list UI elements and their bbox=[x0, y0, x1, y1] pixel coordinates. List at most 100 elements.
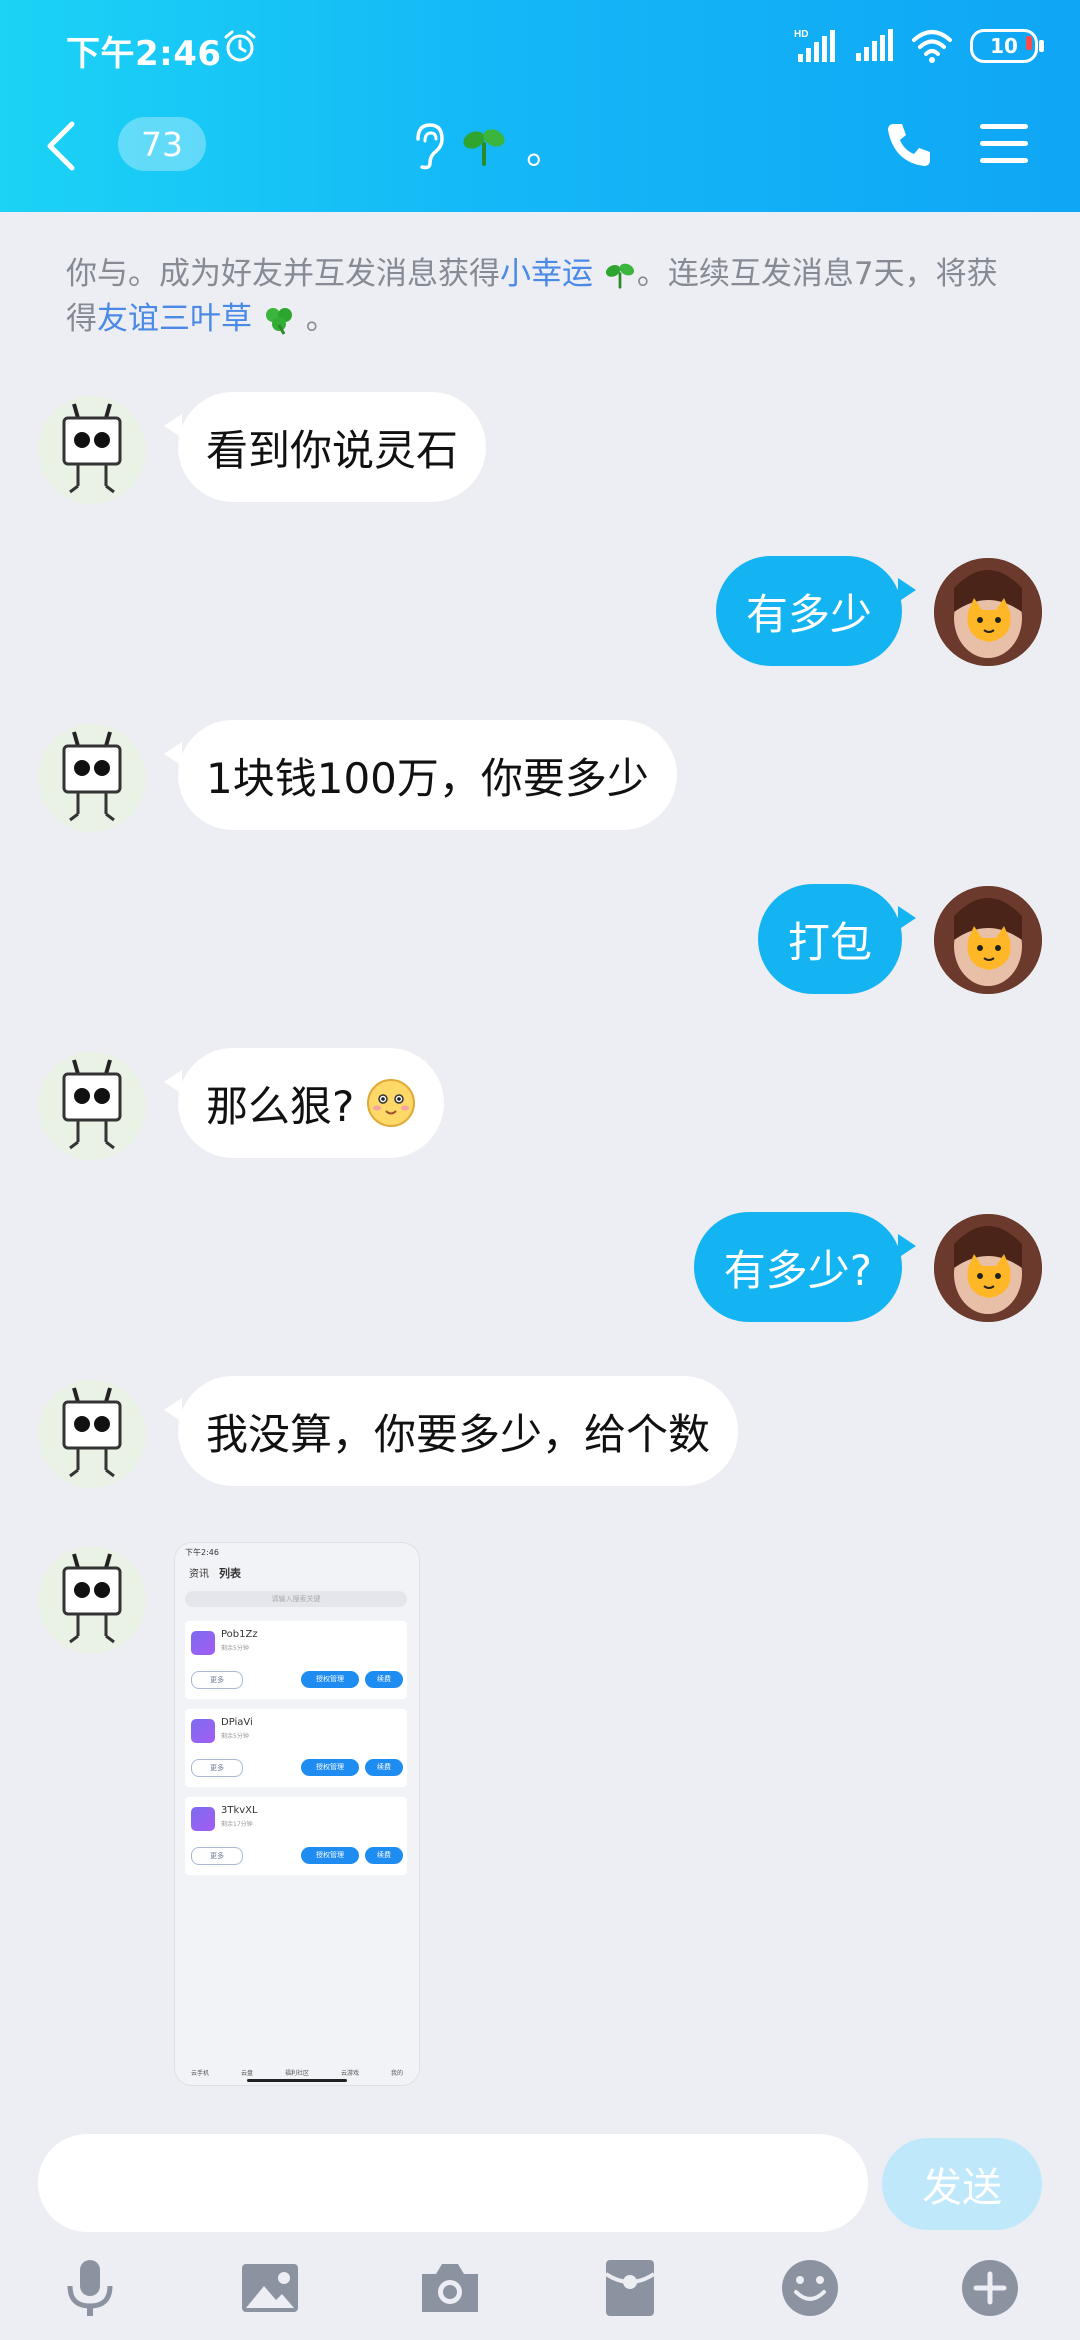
app-logo-icon bbox=[191, 1631, 215, 1655]
my-avatar[interactable] bbox=[934, 886, 1042, 994]
message-bubble-sent[interactable]: 打包 bbox=[757, 884, 917, 994]
system-text: 你与。成为好友并互发消息获得 bbox=[66, 256, 500, 292]
mini-nav-item: 我的 bbox=[390, 2070, 403, 2077]
message-text: 我没算，你要多少，给个数 bbox=[206, 1409, 711, 1459]
emoji-icon[interactable] bbox=[778, 2256, 842, 2320]
mini-status-time: 下午2:46 bbox=[185, 1548, 219, 1557]
phone-call-icon[interactable] bbox=[884, 120, 934, 170]
message-text: 有多少 bbox=[745, 589, 872, 639]
mini-device-card: 3TkvXL 剩余17分钟 更多 授权管理 续费 bbox=[185, 1797, 407, 1875]
red-packet-icon[interactable] bbox=[598, 2256, 662, 2320]
status-time: 下午2:46 bbox=[66, 34, 222, 74]
camera-icon[interactable] bbox=[418, 2256, 482, 2320]
sprout-icon bbox=[605, 263, 634, 289]
alarm-icon bbox=[224, 30, 256, 62]
app-logo-icon bbox=[191, 1719, 215, 1743]
mini-nav-item: 云盘 bbox=[240, 2070, 253, 2077]
mini-search: 请输入搜索关键 bbox=[185, 1591, 407, 1607]
mini-renew-button: 续费 bbox=[365, 1759, 403, 1776]
contact-avatar[interactable] bbox=[38, 1546, 146, 1654]
mini-more-button: 更多 bbox=[191, 1671, 243, 1689]
mini-tab-active: 列表 bbox=[219, 1567, 241, 1580]
chat-name: 。 bbox=[526, 127, 566, 173]
contact-avatar[interactable] bbox=[38, 1052, 146, 1160]
message-bubble-received[interactable]: 看到你说灵石 bbox=[163, 392, 487, 502]
input-toolbar bbox=[0, 2250, 1080, 2330]
cat-face-sticker-icon bbox=[934, 1214, 1042, 1322]
message-bubble-received[interactable]: 1块钱100万，你要多少 bbox=[164, 720, 677, 830]
message-text: 有多少? bbox=[723, 1245, 872, 1295]
message-bubble-received[interactable]: 那么狠? bbox=[163, 1048, 445, 1158]
mini-device-card: Pob1Zz 剩余5分钟 更多 授权管理 续费 bbox=[185, 1621, 407, 1699]
signal-icon-hd: HD bbox=[794, 29, 835, 62]
image-message[interactable]: 下午2:46 资讯 列表 请输入搜索关键 Pob1Zz 剩余5分钟 更多 授权管… bbox=[174, 1542, 420, 2086]
contact-avatar[interactable] bbox=[38, 1380, 146, 1488]
contact-avatar[interactable] bbox=[38, 396, 146, 504]
clover-link[interactable]: 友谊三叶草 bbox=[97, 301, 252, 337]
lucky-link[interactable]: 小幸运 bbox=[500, 256, 593, 292]
ear-icon bbox=[416, 123, 444, 170]
message-bubble-received[interactable]: 我没算，你要多少，给个数 bbox=[163, 1376, 739, 1486]
mini-device-sub: 剩余5分钟 bbox=[221, 1733, 249, 1740]
image-icon[interactable] bbox=[238, 2256, 302, 2320]
message-bubble-sent[interactable]: 有多少 bbox=[715, 556, 917, 666]
signal-icon bbox=[856, 29, 893, 61]
message-text: 1块钱100万，你要多少 bbox=[206, 753, 649, 803]
message-text: 看到你说灵石 bbox=[206, 425, 459, 475]
clover-icon bbox=[265, 308, 292, 335]
screenshot-thumbnail: 下午2:46 资讯 列表 请输入搜索关键 Pob1Zz 剩余5分钟 更多 授权管… bbox=[175, 1543, 419, 2085]
robot-avatar-icon bbox=[62, 731, 122, 822]
top-bar: 下午2:46 HD 10 73 。 bbox=[0, 0, 1080, 212]
message-text: 打包 bbox=[787, 917, 872, 967]
robot-avatar-icon bbox=[62, 1059, 122, 1150]
contact-avatar[interactable] bbox=[38, 724, 146, 832]
wifi-icon bbox=[912, 30, 952, 63]
smiley-emoji-icon bbox=[367, 1079, 416, 1127]
plus-icon[interactable] bbox=[958, 2256, 1022, 2320]
mini-tab: 资讯 bbox=[189, 1569, 209, 1580]
system-text: 。 bbox=[305, 301, 337, 337]
mini-device-name: Pob1Zz bbox=[221, 1629, 258, 1640]
robot-avatar-icon bbox=[62, 1553, 122, 1644]
mini-nav-item: 云手机 bbox=[190, 2070, 209, 2077]
mini-auth-button: 授权管理 bbox=[301, 1759, 359, 1776]
app-logo-icon bbox=[191, 1807, 215, 1831]
status-icons: HD 10 bbox=[794, 26, 1044, 66]
mini-tabs: 资讯 列表 bbox=[189, 1565, 241, 1581]
mini-device-sub: 剩余17分钟 bbox=[221, 1821, 253, 1828]
mini-auth-button: 授权管理 bbox=[301, 1847, 359, 1864]
unread-count-badge[interactable]: 73 bbox=[118, 117, 206, 171]
friendship-system-message: 你与。成为好友并互发消息获得小幸运 。连续互发消息7天，将获得友谊三叶草 。 bbox=[66, 252, 1016, 342]
my-avatar[interactable] bbox=[934, 1214, 1042, 1322]
svg-text:HD: HD bbox=[794, 29, 808, 40]
mini-device-name: 3TkvXL bbox=[221, 1805, 258, 1816]
robot-avatar-icon bbox=[62, 1387, 122, 1478]
message-text: 那么狠? bbox=[206, 1081, 355, 1131]
mini-renew-button: 续费 bbox=[365, 1671, 403, 1688]
chat-title[interactable]: 。 bbox=[410, 118, 566, 174]
mini-bottom-nav: 云手机 云盘 福利社区 云游戏 我的 bbox=[175, 2068, 419, 2077]
mini-nav-item: 福利社区 bbox=[284, 2070, 309, 2077]
mini-home-indicator bbox=[247, 2079, 347, 2082]
battery-indicator: 10 bbox=[970, 29, 1044, 63]
battery-level: 10 bbox=[990, 34, 1018, 58]
cat-face-sticker-icon bbox=[934, 558, 1042, 666]
mini-more-button: 更多 bbox=[191, 1759, 243, 1777]
mini-renew-button: 续费 bbox=[365, 1847, 403, 1864]
mini-device-sub: 剩余5分钟 bbox=[221, 1645, 249, 1652]
back-arrow-icon[interactable] bbox=[44, 120, 78, 172]
mini-nav-item: 云游戏 bbox=[340, 2070, 359, 2077]
robot-avatar-icon bbox=[62, 403, 122, 494]
menu-icon[interactable] bbox=[980, 122, 1028, 166]
mini-device-card: DPiaVi 剩余5分钟 更多 授权管理 续费 bbox=[185, 1709, 407, 1787]
message-input[interactable] bbox=[38, 2134, 868, 2232]
mini-more-button: 更多 bbox=[191, 1847, 243, 1865]
cat-face-sticker-icon bbox=[934, 886, 1042, 994]
message-bubble-sent[interactable]: 有多少? bbox=[693, 1212, 917, 1322]
mini-auth-button: 授权管理 bbox=[301, 1671, 359, 1688]
sprout-icon bbox=[463, 129, 505, 166]
send-button[interactable]: 发送 bbox=[882, 2138, 1042, 2230]
microphone-icon[interactable] bbox=[58, 2256, 122, 2320]
mini-device-name: DPiaVi bbox=[221, 1717, 253, 1728]
my-avatar[interactable] bbox=[934, 558, 1042, 666]
